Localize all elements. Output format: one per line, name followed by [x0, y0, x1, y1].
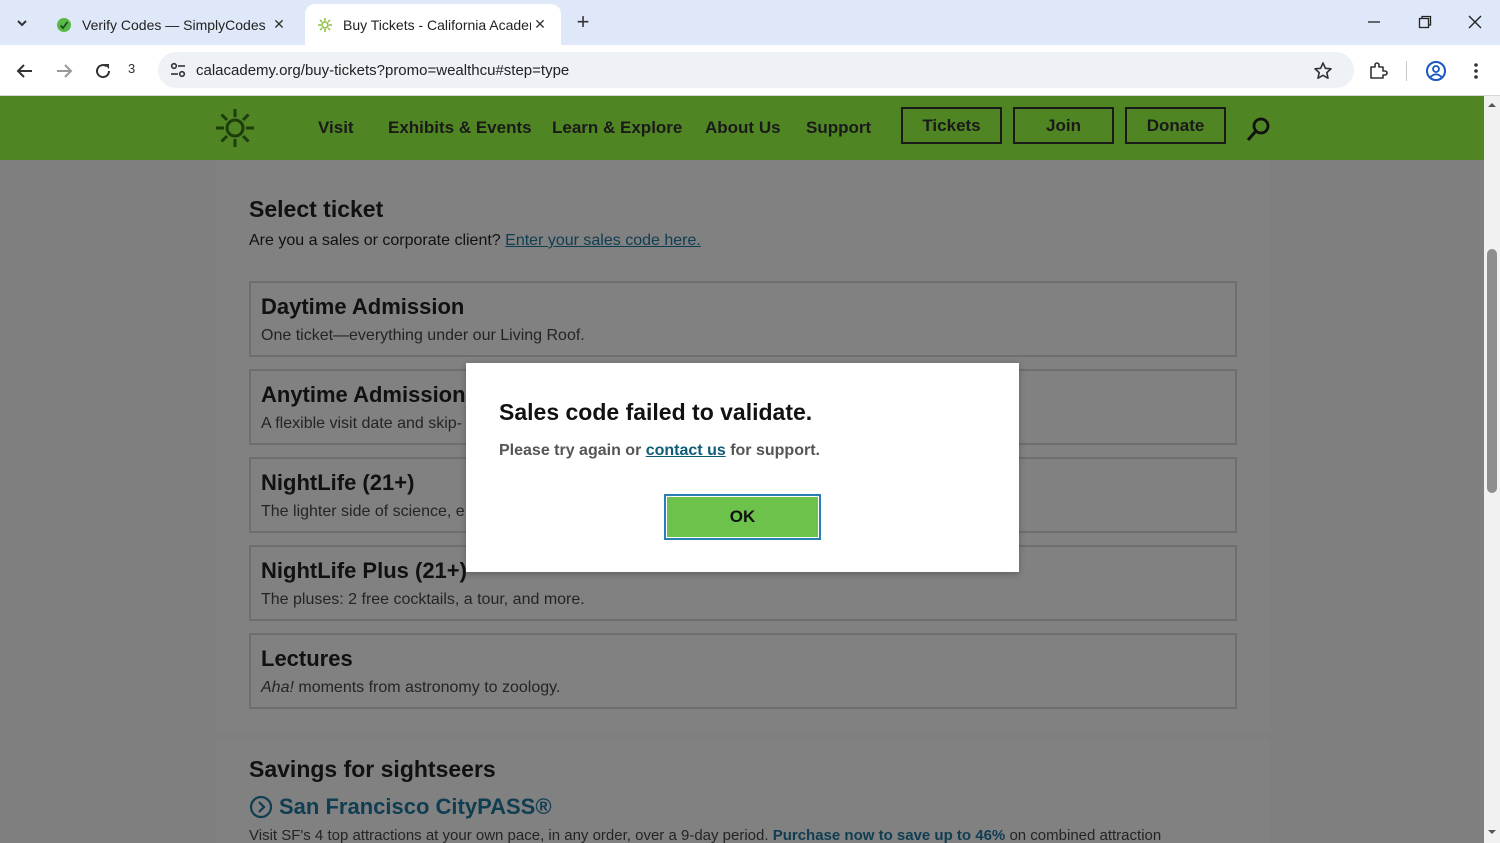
puzzle-icon [1370, 62, 1388, 79]
error-dialog: Sales code failed to validate. Please tr… [466, 363, 1019, 572]
ticket-name: Anytime Admission [261, 382, 466, 407]
calacademy-favicon-icon [318, 17, 332, 32]
forward-button[interactable] [49, 56, 79, 86]
academy-logo-icon[interactable] [214, 107, 256, 149]
scroll-up-arrow-icon[interactable] [1487, 100, 1497, 110]
chevron-circle-right-icon [249, 795, 273, 819]
arrow-right-icon [57, 64, 73, 78]
close-icon [1468, 15, 1482, 29]
ticket-option-lectures[interactable]: Lectures Aha! moments from astronomy to … [249, 633, 1237, 709]
nav-about-us[interactable]: About Us [705, 118, 781, 138]
ticket-name: Daytime Admission [261, 294, 465, 319]
simplycodes-favicon-icon [57, 17, 71, 32]
sales-code-link[interactable]: Enter your sales code here. [505, 232, 701, 249]
account-circle-icon [1426, 61, 1446, 81]
dialog-message-text: Please try again or [499, 442, 646, 459]
reload-counter: 3 [128, 61, 136, 76]
ticket-description: One ticket—everything under our Living R… [261, 327, 585, 344]
profile-button[interactable] [1421, 56, 1451, 86]
new-tab-button[interactable]: + [570, 9, 596, 35]
ticket-name: NightLife (21+) [261, 470, 415, 495]
more-vert-icon [1474, 63, 1478, 79]
nav-support[interactable]: Support [806, 118, 871, 138]
ticket-description-italic: Aha! [261, 679, 294, 696]
tab-verify-codes[interactable]: Verify Codes — SimplyCodes ✕ [44, 4, 300, 45]
back-button[interactable] [10, 56, 40, 86]
page-scrollbar[interactable] [1484, 96, 1500, 843]
ticket-description: A flexible visit date and skip- [261, 415, 462, 432]
ticket-description-rest: moments from astronomy to zoology. [293, 679, 561, 696]
ticket-option-daytime[interactable]: Daytime Admission One ticket—everything … [249, 281, 1237, 357]
tickets-button[interactable]: Tickets [901, 107, 1002, 144]
arrow-left-icon [16, 64, 32, 78]
tab-title: Verify Codes — SimplyCodes [82, 16, 266, 33]
tab-strip: Verify Codes — SimplyCodes ✕ Buy Tickets… [0, 0, 1500, 45]
citypass-desc-end: on combined attraction [1005, 827, 1162, 843]
dialog-message-end: for support. [725, 442, 820, 459]
minimize-icon [1368, 21, 1380, 23]
restore-button[interactable] [1410, 8, 1440, 36]
sales-prompt-text: Are you a sales or corporate client? [249, 232, 501, 249]
reload-button[interactable] [88, 56, 118, 86]
toolbar-divider [1406, 61, 1407, 81]
sales-code-prompt: Are you a sales or corporate client? Ent… [249, 232, 701, 250]
citypass-link[interactable]: San Francisco CityPASS® [249, 794, 552, 820]
tab-buy-tickets[interactable]: Buy Tickets - California Academ ✕ [305, 4, 561, 45]
join-button[interactable]: Join [1013, 107, 1114, 144]
close-window-button[interactable] [1460, 8, 1490, 36]
nav-learn-explore[interactable]: Learn & Explore [552, 118, 682, 138]
close-tab-icon[interactable]: ✕ [531, 16, 549, 33]
bookmark-button[interactable] [1308, 56, 1338, 86]
chevron-down-icon [17, 20, 27, 27]
ok-button[interactable]: OK [664, 494, 821, 540]
close-tab-icon[interactable]: ✕ [270, 16, 288, 33]
address-bar[interactable]: calacademy.org/buy-tickets?promo=wealthc… [158, 52, 1354, 88]
donate-button[interactable]: Donate [1125, 107, 1226, 144]
citypass-title: San Francisco CityPASS® [279, 794, 552, 819]
ticket-description: The lighter side of science, e [261, 503, 465, 520]
restore-icon [1418, 15, 1432, 29]
ticket-name: Lectures [261, 646, 353, 671]
site-header: Visit Exhibits & Events Learn & Explore … [0, 96, 1484, 160]
dialog-message: Please try again or contact us for suppo… [499, 442, 820, 460]
citypass-description: Visit SF's 4 top attractions at your own… [249, 827, 1161, 843]
ticket-name: NightLife Plus (21+) [261, 558, 467, 583]
citypass-desc-text: Visit SF's 4 top attractions at your own… [249, 827, 769, 843]
tab-search-button[interactable] [8, 9, 36, 37]
ticket-description: Aha! moments from astronomy to zoology. [261, 679, 560, 697]
star-icon [1314, 62, 1332, 79]
scroll-down-arrow-icon[interactable] [1487, 827, 1497, 837]
nav-visit[interactable]: Visit [318, 118, 354, 138]
reload-icon [96, 64, 111, 79]
ticket-description: The pluses: 2 free cocktails, a tour, an… [261, 591, 585, 608]
select-ticket-heading: Select ticket [249, 196, 384, 222]
scrollbar-thumb[interactable] [1487, 249, 1497, 493]
tab-title: Buy Tickets - California Academ [343, 16, 531, 33]
citypass-purchase-link[interactable]: Purchase now to save up to 46% [773, 827, 1006, 843]
url-text[interactable]: calacademy.org/buy-tickets?promo=wealthc… [196, 62, 569, 79]
nav-exhibits-events[interactable]: Exhibits & Events [388, 118, 532, 138]
search-icon[interactable] [1244, 114, 1274, 144]
contact-us-link[interactable]: contact us [646, 442, 726, 459]
browser-menu-button[interactable] [1461, 56, 1491, 86]
dialog-title: Sales code failed to validate. [499, 399, 813, 425]
minimize-button[interactable] [1359, 8, 1389, 36]
browser-toolbar: 3 calacademy.org/buy-tickets?promo=wealt… [0, 45, 1500, 96]
extensions-button[interactable] [1363, 56, 1393, 86]
site-info-icon[interactable] [162, 61, 194, 79]
savings-heading: Savings for sightseers [249, 756, 496, 782]
